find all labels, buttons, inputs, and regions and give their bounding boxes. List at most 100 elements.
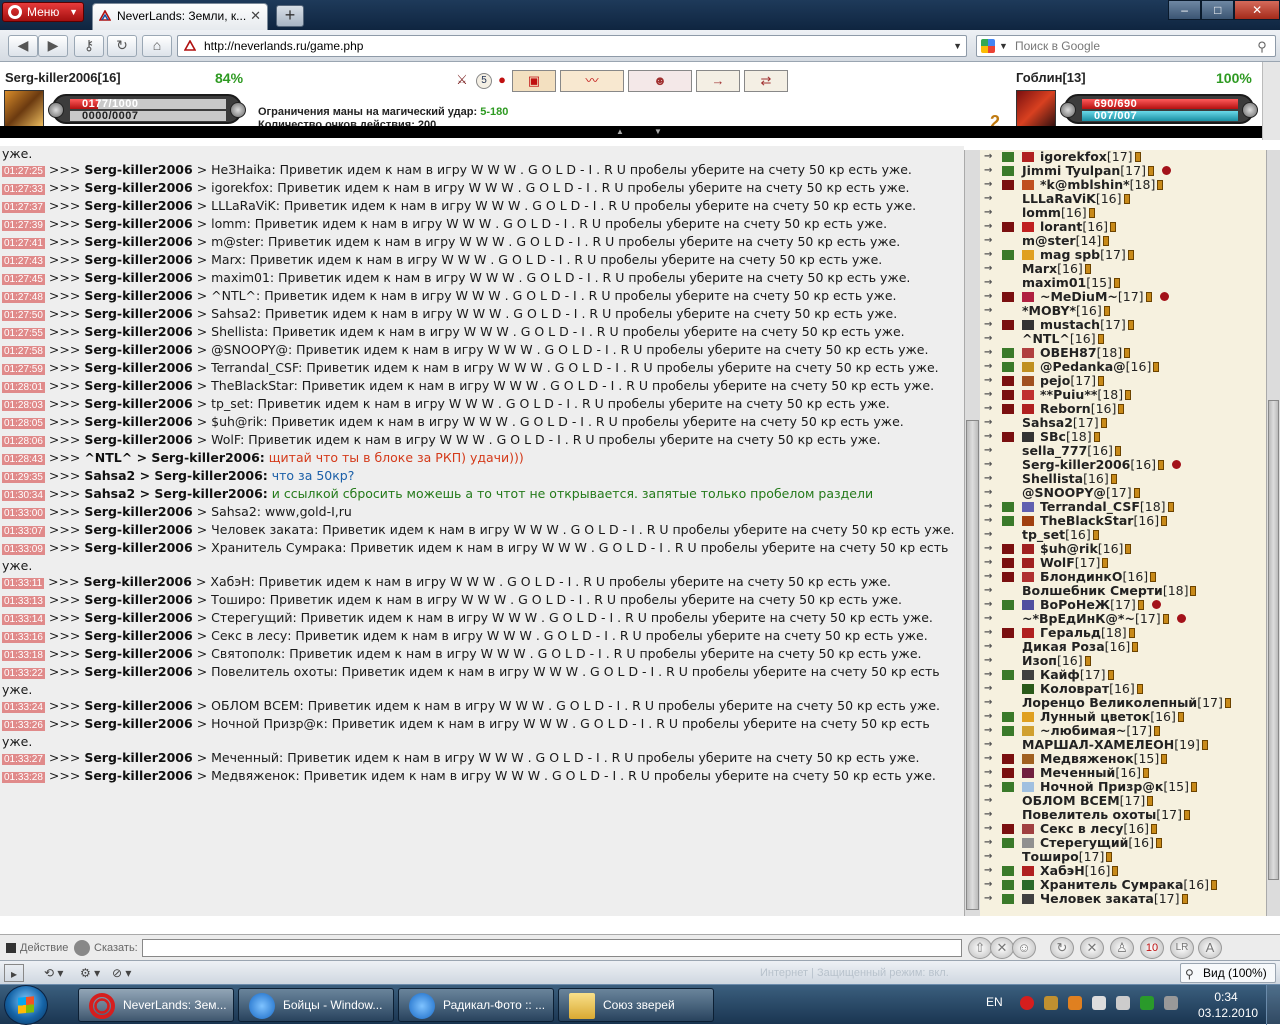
user-row[interactable]: → ~любимая~[17]	[980, 724, 1266, 738]
clan-badge-icon[interactable]	[1002, 362, 1014, 372]
user-info-icon[interactable]	[1134, 152, 1141, 162]
user-row[interactable]: → Marx[16]	[980, 262, 1266, 276]
private-message-icon[interactable]: →	[984, 220, 992, 234]
frame-divider[interactable]: ▲ ▼	[0, 126, 1262, 138]
private-message-icon[interactable]: →	[984, 542, 992, 556]
user-row[interactable]: → WolF[17]	[980, 556, 1266, 570]
private-message-icon[interactable]: →	[984, 500, 992, 514]
message-timestamp[interactable]: 01:33:16	[2, 632, 45, 643]
panel-toggle-icon[interactable]: ▸	[4, 964, 24, 982]
user-row[interactable]: → Jimmi Tyulpan[17]	[980, 164, 1266, 178]
clan-badge-icon[interactable]	[1002, 572, 1014, 582]
user-info-icon[interactable]	[1110, 222, 1117, 232]
private-message-icon[interactable]: →	[984, 528, 992, 542]
message-sender[interactable]: Serg-killer2006	[84, 288, 192, 303]
message-sender[interactable]: Serg-killer2006	[84, 664, 192, 679]
message-sender[interactable]: Serg-killer2006	[84, 306, 192, 321]
message-timestamp[interactable]: 01:33:00	[2, 508, 45, 519]
message-sender[interactable]: Serg-killer2006	[84, 342, 192, 357]
user-info-icon[interactable]	[1190, 586, 1197, 596]
expand-down-icon[interactable]: ▼	[654, 127, 662, 136]
private-message-icon[interactable]: →	[984, 262, 992, 276]
user-info-icon[interactable]	[1191, 782, 1197, 792]
message-sender[interactable]: Serg-killer2006	[84, 716, 192, 731]
private-message-icon[interactable]: →	[984, 388, 992, 402]
guild-badge-icon[interactable]	[1022, 712, 1034, 722]
user-row[interactable]: → МАРШАЛ-ХАМЕЛЕОН[19]	[980, 738, 1266, 752]
user-info-icon[interactable]	[1097, 334, 1104, 344]
user-info-icon[interactable]	[1125, 544, 1132, 554]
clan-badge-icon[interactable]	[1002, 894, 1014, 904]
tab-close-icon[interactable]: ✕	[250, 4, 261, 28]
tray-app-icon[interactable]	[1068, 996, 1082, 1010]
private-message-icon[interactable]: →	[984, 724, 992, 738]
user-name[interactable]: Геральд	[1040, 625, 1101, 640]
user-info-icon[interactable]	[1162, 614, 1169, 624]
user-info-icon[interactable]	[1127, 320, 1134, 330]
user-name[interactable]: lorant	[1040, 219, 1082, 234]
guild-badge-icon[interactable]	[1022, 250, 1034, 260]
back-button[interactable]: ◀	[8, 35, 38, 57]
letters-icon[interactable]: LR	[1170, 937, 1194, 959]
private-message-icon[interactable]: →	[984, 710, 992, 724]
action-button[interactable]: Действие	[4, 939, 68, 957]
mask-icon[interactable]: ☻	[628, 70, 692, 92]
user-name[interactable]: Лоренцо Великолепный	[1022, 695, 1197, 710]
user-name[interactable]: pejo	[1040, 373, 1070, 388]
message-sender[interactable]: Sahsa2 > Serg-killer2006:	[84, 468, 267, 483]
clan-badge-icon[interactable]	[1002, 712, 1014, 722]
filter-icon[interactable]: ✕	[1080, 937, 1104, 959]
user-row[interactable]: → pejo[17]	[980, 374, 1266, 388]
private-message-icon[interactable]: →	[984, 612, 992, 626]
user-name[interactable]: @Pedanka@	[1040, 359, 1126, 374]
show-desktop-button[interactable]	[1266, 985, 1280, 1025]
user-info-icon[interactable]	[1102, 558, 1109, 568]
user-name[interactable]: mag spb	[1040, 247, 1100, 262]
user-name[interactable]: Стерегущий	[1040, 835, 1128, 850]
opponent-name[interactable]: Гоблин[13]	[1016, 70, 1086, 85]
user-row[interactable]: → Terrandal_CSF[18]	[980, 500, 1266, 514]
user-name[interactable]: ~любимая~	[1040, 723, 1126, 738]
guild-badge-icon[interactable]	[1022, 782, 1034, 792]
private-message-icon[interactable]: →	[984, 822, 992, 836]
user-row[interactable]: → LLLaRaViK[16]	[980, 192, 1266, 206]
message-sender[interactable]: Serg-killer2006	[84, 360, 192, 375]
private-message-icon[interactable]: →	[984, 626, 992, 640]
private-message-icon[interactable]: →	[984, 682, 992, 696]
clan-badge-icon[interactable]	[1002, 754, 1014, 764]
user-row[interactable]: → Лунный цветок[16]	[980, 710, 1266, 724]
clan-badge-icon[interactable]	[1002, 516, 1014, 526]
guild-badge-icon[interactable]	[1022, 544, 1034, 554]
message-sender[interactable]: Serg-killer2006	[84, 396, 192, 411]
message-sender[interactable]: Serg-killer2006	[84, 162, 192, 177]
taskbar-item-neverlands[interactable]: NeverLands: Зем...	[78, 988, 234, 1022]
private-message-icon[interactable]: →	[984, 402, 992, 416]
guild-badge-icon[interactable]	[1022, 684, 1034, 694]
start-button[interactable]	[4, 985, 48, 1025]
player-name[interactable]: Serg-killer2006[16]	[5, 70, 121, 85]
user-name[interactable]: Дикая Роза	[1022, 639, 1105, 654]
user-info-icon[interactable]	[1114, 446, 1121, 456]
user-row[interactable]: → Изоп[16]	[980, 654, 1266, 668]
user-name[interactable]: sella_777	[1022, 443, 1087, 458]
clan-badge-icon[interactable]	[1002, 670, 1014, 680]
private-message-icon[interactable]: →	[984, 458, 992, 472]
user-info-icon[interactable]	[1128, 628, 1135, 638]
guild-badge-icon[interactable]	[1022, 502, 1034, 512]
guild-badge-icon[interactable]	[1022, 894, 1034, 904]
user-name[interactable]: Изоп	[1022, 653, 1057, 668]
new-tab-button[interactable]: +	[276, 5, 304, 27]
chevron-down-icon[interactable]: ▼	[999, 36, 1008, 56]
message-timestamp[interactable]: 01:28:43	[2, 454, 45, 465]
tab-neverlands[interactable]: NeverLands: Земли, к... ✕	[92, 3, 268, 30]
message-timestamp[interactable]: 01:33:28	[2, 772, 45, 783]
guild-badge-icon[interactable]	[1022, 320, 1034, 330]
tray-app-icon[interactable]	[1044, 996, 1058, 1010]
user-row[interactable]: → m@ster[14]	[980, 234, 1266, 248]
user-name[interactable]: Shellista	[1022, 471, 1083, 486]
user-name[interactable]: Волшебник Смерти	[1022, 583, 1163, 598]
user-row[interactable]: → Геральд[18]	[980, 626, 1266, 640]
user-info-icon[interactable]	[1183, 810, 1190, 820]
user-info-icon[interactable]	[1088, 208, 1095, 218]
maximize-button[interactable]: □	[1201, 0, 1235, 20]
